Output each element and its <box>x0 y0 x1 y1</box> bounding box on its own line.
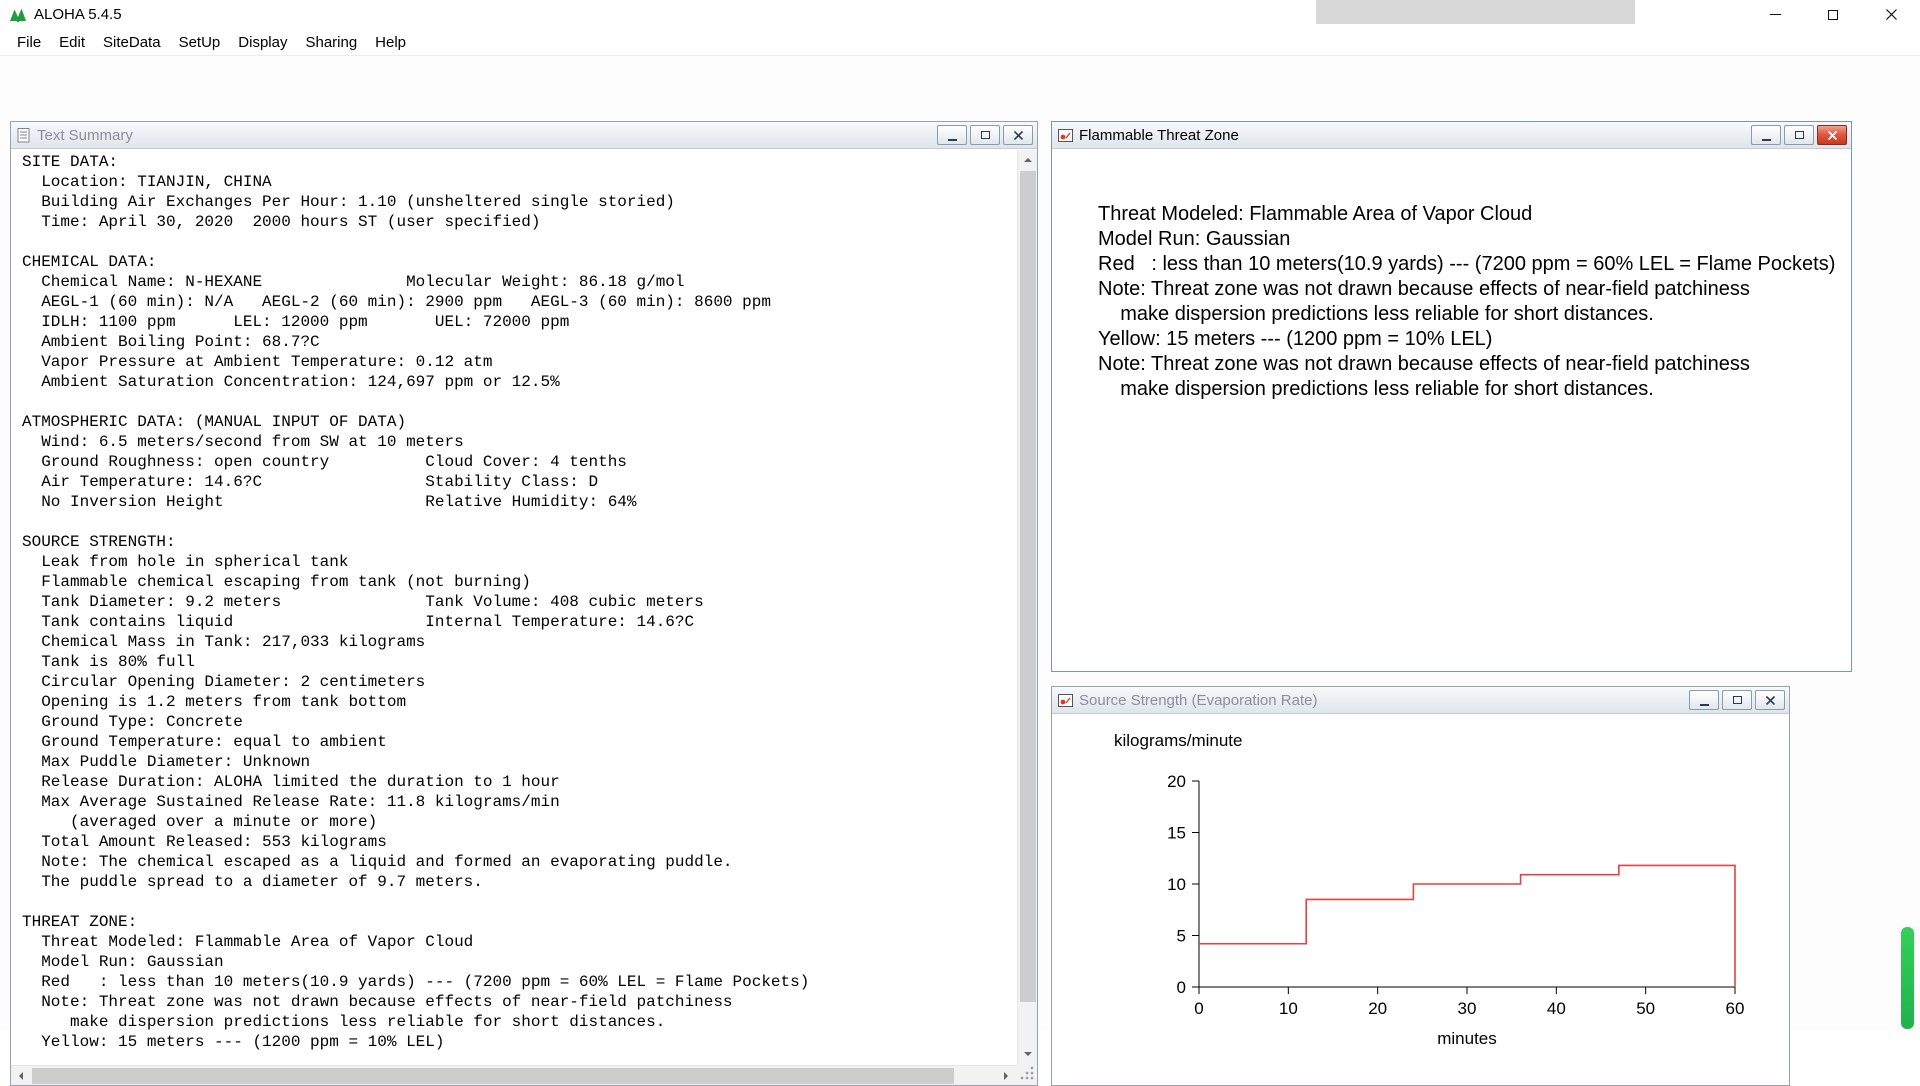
text-summary-title: Text Summary <box>37 126 133 144</box>
svg-text:50: 50 <box>1636 999 1655 1018</box>
menu-display[interactable]: Display <box>229 34 296 51</box>
document-icon <box>17 127 31 143</box>
source-strength-title: Source Strength (Evaporation Rate) <box>1079 691 1318 709</box>
scroll-down-arrow-icon[interactable] <box>1018 1044 1038 1064</box>
flammable-titlebar[interactable]: Flammable Threat Zone <box>1052 122 1851 149</box>
threat-chart-icon <box>1058 128 1073 142</box>
scroll-up-arrow-icon[interactable] <box>1018 150 1038 170</box>
window-controls <box>1746 0 1920 29</box>
close-icon <box>1765 695 1775 705</box>
horizontal-scrollbar[interactable] <box>11 1065 1016 1085</box>
flammable-threat-zone-window: Flammable Threat Zone Threat Modeled: Fl… <box>1051 121 1852 672</box>
vertical-scroll-thumb[interactable] <box>1020 171 1036 1002</box>
source-strength-close-button[interactable] <box>1755 690 1785 710</box>
svg-text:15: 15 <box>1167 824 1186 843</box>
aloha-logo-icon <box>9 7 27 23</box>
text-summary-content: SITE DATA: Location: TIANJIN, CHINA Buil… <box>22 153 810 1051</box>
minimize-icon <box>1769 14 1781 15</box>
menu-setup[interactable]: SetUp <box>170 34 230 51</box>
svg-text:0: 0 <box>1177 978 1186 997</box>
app-title: ALOHA 5.4.5 <box>34 6 122 23</box>
text-summary-minimize-button[interactable] <box>937 125 967 145</box>
text-summary-titlebar[interactable]: Text Summary <box>11 122 1037 149</box>
flammable-close-button[interactable] <box>1817 125 1847 145</box>
close-icon <box>1013 130 1023 140</box>
evaporation-rate-chart: 0 5 10 15 20 0 10 20 30 40 50 60 kilograms/minute min… <box>1114 731 1745 1048</box>
menu-file[interactable]: File <box>8 34 50 51</box>
flammable-content: Threat Modeled: Flammable Area of Vapor … <box>1098 203 1836 400</box>
vertical-scrollbar[interactable] <box>1017 150 1037 1064</box>
resize-grip[interactable] <box>1016 1064 1037 1085</box>
text-summary-maximize-button[interactable] <box>970 125 1000 145</box>
svg-text:20: 20 <box>1167 772 1186 791</box>
minimize-icon <box>947 138 957 141</box>
menu-sharing[interactable]: Sharing <box>296 34 366 51</box>
source-strength-maximize-button[interactable] <box>1722 690 1752 710</box>
minimize-icon <box>1761 138 1771 141</box>
menu-bar: File Edit SiteData SetUp Display Sharing… <box>0 29 1920 56</box>
svg-text:kilograms/minute: kilograms/minute <box>1114 731 1243 750</box>
maximize-icon <box>1732 696 1742 704</box>
close-icon <box>1827 130 1837 140</box>
green-scroll-indicator[interactable] <box>1901 927 1914 1029</box>
maximize-button[interactable] <box>1804 0 1862 29</box>
horizontal-scroll-thumb[interactable] <box>32 1068 954 1084</box>
text-summary-close-button[interactable] <box>1003 125 1033 145</box>
scroll-left-arrow-icon[interactable] <box>11 1066 31 1086</box>
flammable-title: Flammable Threat Zone <box>1079 126 1239 144</box>
source-strength-window-buttons <box>1689 690 1785 710</box>
svg-text:0: 0 <box>1194 999 1203 1018</box>
menu-sitedata[interactable]: SiteData <box>94 34 170 51</box>
svg-text:10: 10 <box>1167 875 1186 894</box>
menu-edit[interactable]: Edit <box>50 34 94 51</box>
gray-overlay-artifact <box>1316 0 1635 24</box>
svg-text:10: 10 <box>1279 999 1298 1018</box>
minimize-button[interactable] <box>1746 0 1804 29</box>
mdi-area: Text Summary SITE DATA: Location: TIANJI… <box>0 56 1920 1086</box>
close-icon <box>1885 9 1897 20</box>
main-titlebar[interactable]: ALOHA 5.4.5 <box>0 0 1920 29</box>
menu-help[interactable]: Help <box>366 34 415 51</box>
svg-text:minutes: minutes <box>1437 1029 1497 1048</box>
svg-text:40: 40 <box>1547 999 1566 1018</box>
source-strength-minimize-button[interactable] <box>1689 690 1719 710</box>
flammable-minimize-button[interactable] <box>1751 125 1781 145</box>
source-strength-titlebar[interactable]: Source Strength (Evaporation Rate) <box>1052 687 1789 714</box>
close-button[interactable] <box>1862 0 1920 29</box>
maximize-icon <box>980 131 990 139</box>
maximize-icon <box>1828 9 1838 20</box>
flammable-window-buttons <box>1751 125 1847 145</box>
text-summary-window-buttons <box>937 125 1033 145</box>
scroll-right-arrow-icon[interactable] <box>996 1066 1016 1086</box>
source-strength-window: Source Strength (Evaporation Rate) 0 5 10 1… <box>1051 686 1790 1086</box>
svg-text:30: 30 <box>1458 999 1477 1018</box>
svg-text:60: 60 <box>1726 999 1745 1018</box>
maximize-icon <box>1794 131 1804 139</box>
svg-text:5: 5 <box>1177 927 1186 946</box>
threat-chart-icon <box>1058 693 1073 707</box>
minimize-icon <box>1699 703 1709 706</box>
svg-text:20: 20 <box>1368 999 1387 1018</box>
flammable-maximize-button[interactable] <box>1784 125 1814 145</box>
text-summary-window: Text Summary SITE DATA: Location: TIANJI… <box>10 121 1038 1086</box>
